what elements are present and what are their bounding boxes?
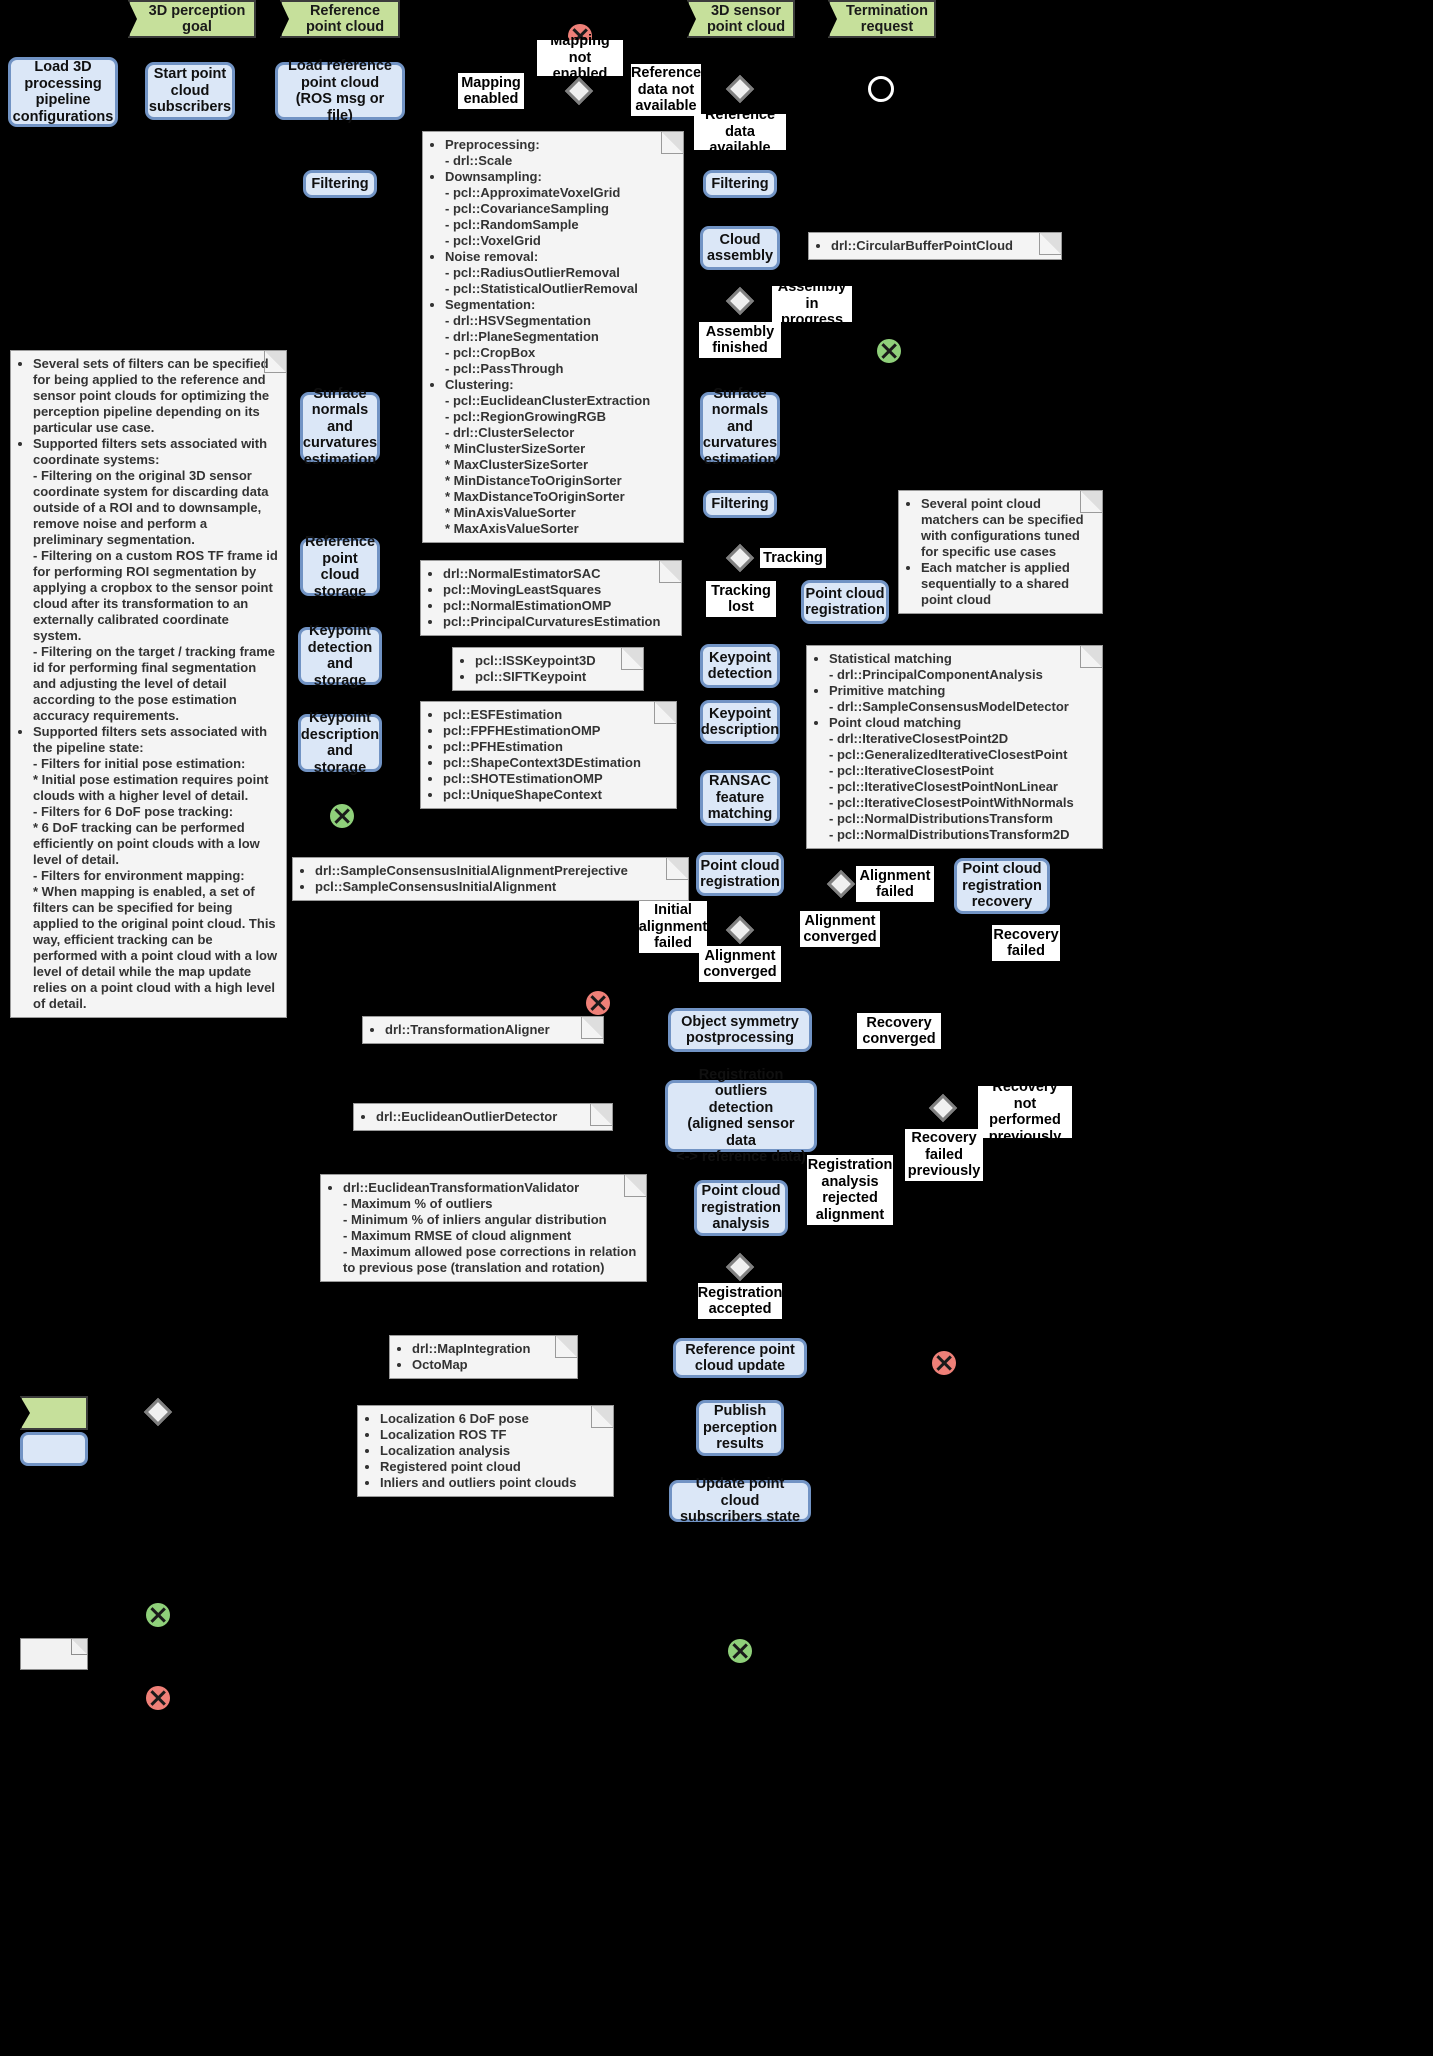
activity-surface-normals-reference[interactable]: Surface normals and curvatures estimatio… — [300, 386, 380, 468]
note-initial-alignment-algorithms: drl::SampleConsensusInitialAlignmentPrer… — [292, 857, 689, 901]
activity-publish-perception-results[interactable]: Publish perception results — [696, 1400, 784, 1456]
diagram-canvas: 3D perception goal Reference point cloud… — [0, 0, 1433, 2056]
activity-object-symmetry-postprocessing[interactable]: Object symmetry postprocessing — [668, 1008, 812, 1052]
activity-keypoint-detection[interactable]: Keypoint detection — [700, 644, 780, 688]
note-transformation-validator-list: drl::EuclideanTransformationValidator - … — [328, 1180, 638, 1276]
terminator-recovery-failed-previously — [932, 1351, 956, 1375]
note-matching-algorithms: Statistical matching - drl::PrincipalCom… — [806, 645, 1103, 849]
note-filtering-algorithms: Preprocessing: - drl::Scale Downsampling… — [422, 131, 684, 543]
activity-filtering-sensor[interactable]: Filtering — [703, 170, 777, 198]
activity-reference-point-cloud-storage[interactable]: Reference point cloud storage — [300, 534, 380, 600]
guard-recovery-converged: Recovery converged — [857, 1013, 941, 1049]
signal-termination-request[interactable]: Termination request — [828, 0, 936, 38]
note-perception-results: Localization 6 DoF pose Localization ROS… — [357, 1405, 614, 1497]
note-transformation-validator: drl::EuclideanTransformationValidator - … — [320, 1174, 647, 1282]
decision-tracking[interactable] — [725, 543, 755, 573]
note-circular-buffer: drl::CircularBufferPointCloud — [808, 232, 1062, 260]
legend-green-terminator-swatch — [146, 1603, 170, 1627]
guard-reference-data-not-available: Reference data not available — [630, 64, 702, 116]
guard-registration-analysis-rejected-alignment: Registration analysis rejected alignment — [807, 1155, 893, 1225]
note-filters-list: Several sets of filters can be specified… — [18, 356, 278, 1012]
activity-cloud-assembly[interactable]: Cloud assembly — [700, 226, 780, 270]
activity-keypoint-description-and-storage[interactable]: Keypoint description and storage — [298, 710, 382, 776]
note-map-integration: drl::MapIntegration OctoMap — [389, 1335, 578, 1379]
decision-reference-data-available[interactable] — [725, 74, 755, 104]
note-filters: Several sets of filters can be specified… — [10, 350, 287, 1018]
activity-keypoint-detection-and-storage[interactable]: Keypoint detection and storage — [298, 623, 382, 689]
note-euclidean-outlier-list: drl::EuclideanOutlierDetector — [361, 1109, 604, 1125]
terminator-termination-request — [868, 76, 894, 102]
note-transformation-aligner: drl::TransformationAligner — [362, 1016, 604, 1044]
activity-point-cloud-registration-analysis[interactable]: Point cloud registration analysis — [694, 1180, 788, 1236]
guard-alignment-converged-initial: Alignment converged — [699, 946, 781, 982]
guard-recovery-not-performed-previously: Recovery not performed previously — [978, 1079, 1072, 1145]
signal-3d-sensor-point-cloud[interactable]: 3D sensor point cloud — [687, 0, 795, 38]
note-keypoint-detectors: pcl::ISSKeypoint3D pcl::SIFTKeypoint — [452, 647, 644, 691]
terminator-sensor-pipeline-end — [728, 1639, 752, 1663]
activity-keypoint-description[interactable]: Keypoint description — [700, 700, 780, 744]
note-perception-results-list: Localization 6 DoF pose Localization ROS… — [365, 1411, 605, 1491]
terminator-initial-alignment-failed — [586, 991, 610, 1015]
note-filtering-algorithms-list: Preprocessing: - drl::Scale Downsampling… — [430, 137, 675, 537]
guard-alignment-failed: Alignment failed — [856, 866, 934, 902]
activity-point-cloud-registration-tracking[interactable]: Point cloud registration — [801, 580, 889, 624]
legend-signal-swatch — [20, 1396, 88, 1430]
decision-alignment-converged-initial[interactable] — [725, 915, 755, 945]
note-matching-algorithms-list: Statistical matching - drl::PrincipalCom… — [814, 651, 1094, 843]
guard-tracking-lost: Tracking lost — [706, 581, 776, 617]
signal-reference-point-cloud[interactable]: Reference point cloud — [280, 0, 400, 38]
guard-mapping-enabled: Mapping enabled — [458, 73, 524, 109]
signal-3d-perception-goal[interactable]: 3D perception goal — [128, 0, 256, 38]
guard-assembly-in-progress: Assembly in progress — [772, 279, 852, 328]
activity-filtering-sensor-2[interactable]: Filtering — [703, 490, 777, 518]
note-normals-algorithms: drl::NormalEstimatorSAC pcl::MovingLeast… — [420, 560, 682, 636]
activity-ransac-feature-matching[interactable]: RANSAC feature matching — [700, 770, 780, 826]
note-euclidean-outlier-detector: drl::EuclideanOutlierDetector — [353, 1103, 613, 1131]
guard-recovery-failed: Recovery failed — [992, 925, 1060, 961]
activity-load-pipeline-configurations[interactable]: Load 3D processing pipeline configuratio… — [8, 57, 118, 127]
note-keypoint-detectors-list: pcl::ISSKeypoint3D pcl::SIFTKeypoint — [460, 653, 635, 685]
decision-assembly-finished[interactable] — [725, 286, 755, 316]
activity-point-cloud-registration-initial[interactable]: Point cloud registration — [696, 852, 784, 896]
note-keypoint-descriptors: pcl::ESFEstimation pcl::FPFHEstimationOM… — [420, 701, 677, 809]
decision-registration-accepted[interactable] — [725, 1252, 755, 1282]
guard-reference-data-available: Reference data available — [694, 107, 786, 156]
guard-registration-accepted: Registration accepted — [697, 1283, 783, 1319]
activity-registration-outliers-detection[interactable]: Registration outliers detection (aligned… — [665, 1067, 817, 1165]
note-normals-list: drl::NormalEstimatorSAC pcl::MovingLeast… — [428, 566, 673, 630]
note-matchers: Several point cloud matchers can be spec… — [898, 490, 1103, 614]
note-circular-buffer-list: drl::CircularBufferPointCloud — [816, 238, 1053, 254]
note-initial-alignment-list: drl::SampleConsensusInitialAlignmentPrer… — [300, 863, 680, 895]
guard-mapping-not-enabled: Mapping not enabled — [537, 33, 623, 82]
activity-reference-point-cloud-update[interactable]: Reference point cloud update — [673, 1338, 807, 1378]
guard-tracking: Tracking — [760, 548, 826, 568]
decision-recovery-previously-performed[interactable] — [928, 1093, 958, 1123]
note-map-integration-list: drl::MapIntegration OctoMap — [397, 1341, 569, 1373]
decision-alignment-converged-tracking[interactable] — [826, 869, 856, 899]
note-matchers-list: Several point cloud matchers can be spec… — [906, 496, 1094, 608]
note-transformation-aligner-list: drl::TransformationAligner — [370, 1022, 595, 1038]
decision-mapping-enabled[interactable] — [564, 76, 594, 106]
guard-recovery-failed-previously: Recovery failed previously — [905, 1129, 983, 1181]
activity-filtering-reference[interactable]: Filtering — [303, 170, 377, 198]
activity-start-point-cloud-subscribers[interactable]: Start point cloud subscribers — [145, 62, 235, 120]
activity-surface-normals-sensor[interactable]: Surface normals and curvatures estimatio… — [700, 386, 780, 468]
guard-initial-alignment-failed: Initial alignment failed — [638, 901, 708, 953]
legend-activity-swatch — [20, 1432, 88, 1466]
guard-alignment-converged-tracking: Alignment converged — [800, 911, 880, 947]
legend-note-swatch — [20, 1638, 88, 1670]
note-keypoint-descriptors-list: pcl::ESFEstimation pcl::FPFHEstimationOM… — [428, 707, 668, 803]
guard-assembly-finished: Assembly finished — [699, 322, 781, 358]
activity-point-cloud-registration-recovery[interactable]: Point cloud registration recovery — [954, 858, 1050, 914]
activity-update-point-cloud-subscribers-state[interactable]: Update point cloud subscribers state — [669, 1476, 811, 1525]
legend-red-terminator-swatch — [146, 1686, 170, 1710]
terminator-assembly-in-progress-end — [877, 339, 901, 363]
terminator-reference-pipeline-end — [330, 804, 354, 828]
activity-load-reference-point-cloud[interactable]: Load reference point cloud (ROS msg or f… — [275, 58, 405, 124]
legend-decision-swatch — [143, 1397, 173, 1427]
